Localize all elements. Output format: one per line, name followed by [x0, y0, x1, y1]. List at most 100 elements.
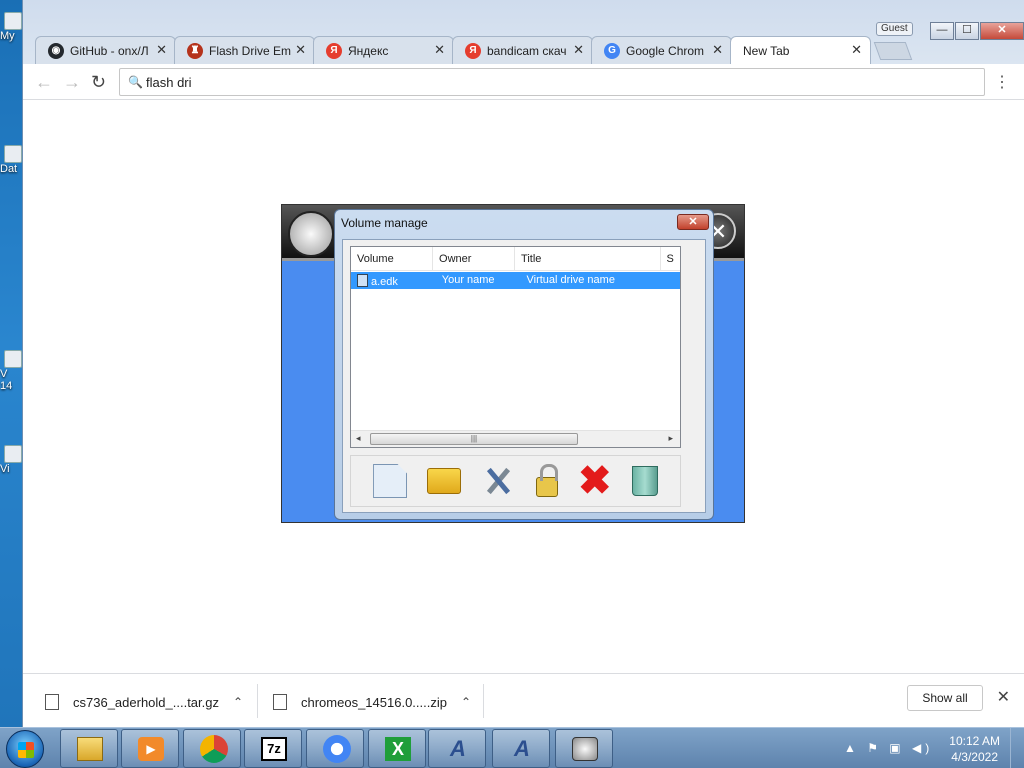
volume-toolbar: ✖: [350, 455, 681, 507]
taskbar-app-a1[interactable]: A: [428, 729, 486, 768]
chrome-icon: [200, 735, 228, 763]
desktop-icon-my-computer[interactable]: My: [0, 12, 22, 42]
media-player-icon: ▶: [138, 737, 164, 761]
scroll-thumb[interactable]: |||: [370, 433, 578, 445]
owner-cell: Your name: [441, 274, 495, 286]
taskbar-flash-drive-encryptor[interactable]: [555, 729, 613, 768]
back-icon[interactable]: ←: [35, 72, 53, 93]
search-icon: 🔍: [128, 75, 143, 89]
folder-icon[interactable]: [427, 468, 462, 494]
tab-title: bandicam скач: [487, 44, 567, 58]
column-header-title[interactable]: Title: [515, 247, 661, 270]
divider: [257, 684, 258, 718]
downloads-bar: cs736_aderhold_....tar.gz ⌃ chromeos_145…: [23, 673, 1024, 727]
dialog-close-button[interactable]: ✕: [677, 214, 709, 230]
taskbar-chromium[interactable]: [306, 729, 364, 768]
scroll-right-icon[interactable]: ▸: [668, 433, 673, 444]
browser-toolbar: ← → ↻ 🔍 flash dri ⋮: [23, 64, 1024, 100]
scroll-left-icon[interactable]: ◂: [356, 433, 361, 444]
volume-list[interactable]: Volume Owner Title S a.edk Your name Vir…: [350, 246, 681, 448]
column-header-size[interactable]: S: [661, 247, 680, 270]
app-a-icon: A: [514, 736, 530, 761]
excel-icon: X: [385, 737, 411, 761]
desktop-icon-data[interactable]: Dat: [0, 145, 22, 175]
close-icon[interactable]: ✕: [997, 687, 1010, 707]
new-tab-button[interactable]: [873, 42, 913, 60]
file-icon: [4, 445, 22, 463]
show-desktop-button[interactable]: [1010, 728, 1024, 768]
tab-github[interactable]: ◉ GitHub - onx/Л ✕: [35, 36, 176, 64]
tab-title: Google Chrom: [626, 44, 705, 58]
document-icon[interactable]: [373, 464, 408, 498]
horizontal-scrollbar[interactable]: ◂ ||| ▸: [351, 430, 680, 447]
list-header: Volume Owner Title S: [351, 247, 680, 271]
delete-icon[interactable]: ✖: [578, 461, 612, 501]
close-window-button[interactable]: ✕: [980, 22, 1024, 40]
volume-cell: a.edk: [351, 272, 436, 289]
maximize-button[interactable]: ☐: [955, 22, 979, 40]
close-icon[interactable]: ✕: [712, 42, 723, 58]
yandex-icon: Я: [326, 43, 342, 59]
file-icon: [4, 145, 22, 163]
download-item[interactable]: chromeos_14516.0.....zip ⌃: [273, 686, 471, 718]
browser-menu-icon[interactable]: ⋮: [994, 72, 1010, 92]
lock-icon[interactable]: [535, 464, 558, 497]
dialog-title: Volume manage: [341, 216, 428, 230]
close-icon[interactable]: ✕: [434, 42, 445, 58]
chromium-icon: [323, 735, 351, 763]
chevron-up-icon[interactable]: ⌃: [233, 695, 243, 709]
folder-icon: [77, 737, 103, 761]
minimize-button[interactable]: —: [930, 22, 954, 40]
tab-yandex[interactable]: Я Яндекс ✕: [313, 36, 454, 64]
chevron-up-icon[interactable]: ⌃: [461, 695, 471, 709]
browser-window: Guest — ☐ ✕ ◉ GitHub - onx/Л ✕ ♜ Flash D…: [22, 0, 1024, 727]
taskbar-chrome[interactable]: [183, 729, 241, 768]
close-icon[interactable]: ✕: [851, 42, 862, 58]
start-button[interactable]: [6, 730, 44, 768]
tab-new-tab[interactable]: New Tab ✕: [730, 36, 871, 64]
taskbar-app-a2[interactable]: A: [492, 729, 550, 768]
tab-bandicam[interactable]: Я bandicam скач ✕: [452, 36, 593, 64]
shield-icon: ♜: [187, 43, 203, 59]
tab-strip: ◉ GitHub - onx/Л ✕ ♜ Flash Drive Em ✕ Я …: [35, 36, 913, 64]
drive-lock-icon: [572, 737, 598, 761]
taskbar-7zip[interactable]: 7z: [244, 729, 302, 768]
close-icon[interactable]: ✕: [573, 42, 584, 58]
profile-badge[interactable]: Guest: [876, 22, 913, 36]
desktop-icon-v[interactable]: V 14: [0, 350, 22, 392]
show-all-button[interactable]: Show all: [907, 685, 983, 711]
close-icon[interactable]: ✕: [156, 42, 167, 58]
divider: [483, 684, 484, 718]
list-item[interactable]: a.edk Your name Virtual drive name: [351, 272, 680, 289]
file-icon: [4, 350, 22, 368]
taskbar-media-player[interactable]: ▶: [121, 729, 179, 768]
clock[interactable]: 10:12 AM 4/3/2022: [949, 733, 1000, 765]
trash-icon[interactable]: [631, 466, 658, 496]
title-cell: Virtual drive name: [526, 274, 615, 286]
tools-icon[interactable]: [481, 464, 515, 498]
7zip-icon: 7z: [261, 737, 287, 761]
download-filename: cs736_aderhold_....tar.gz: [73, 694, 219, 710]
column-header-owner[interactable]: Owner: [433, 247, 516, 270]
dialog-body: Volume Owner Title S a.edk Your name Vir…: [342, 239, 706, 513]
tray-icons[interactable]: ▲ ⚑ ▣ ◀): [844, 741, 933, 755]
tab-flash-drive[interactable]: ♜ Flash Drive Em ✕: [174, 36, 315, 64]
desktop-icon-vi[interactable]: Vi: [0, 445, 22, 475]
address-bar-text: flash dri: [146, 75, 192, 90]
taskbar-excel[interactable]: X: [368, 729, 426, 768]
forward-icon[interactable]: →: [63, 72, 81, 93]
volume-manage-dialog: Volume manage ✕ Volume Owner Title S a.e…: [334, 209, 714, 520]
github-icon: ◉: [48, 43, 64, 59]
taskbar-explorer[interactable]: [60, 729, 118, 768]
drive-lock-icon: [288, 211, 334, 257]
app-a-icon: A: [450, 736, 466, 761]
address-bar[interactable]: 🔍 flash dri: [119, 68, 985, 96]
download-item[interactable]: cs736_aderhold_....tar.gz ⌃: [45, 686, 243, 718]
close-icon[interactable]: ✕: [295, 42, 306, 58]
column-header-volume[interactable]: Volume: [351, 247, 434, 270]
clock-time: 10:12 AM: [949, 734, 1000, 748]
tab-title: New Tab: [743, 44, 790, 58]
system-tray: ▲ ⚑ ▣ ◀) 10:12 AM 4/3/2022: [834, 728, 1024, 768]
tab-google-chrome[interactable]: G Google Chrom ✕: [591, 36, 732, 64]
reload-icon[interactable]: ↻: [91, 72, 106, 93]
